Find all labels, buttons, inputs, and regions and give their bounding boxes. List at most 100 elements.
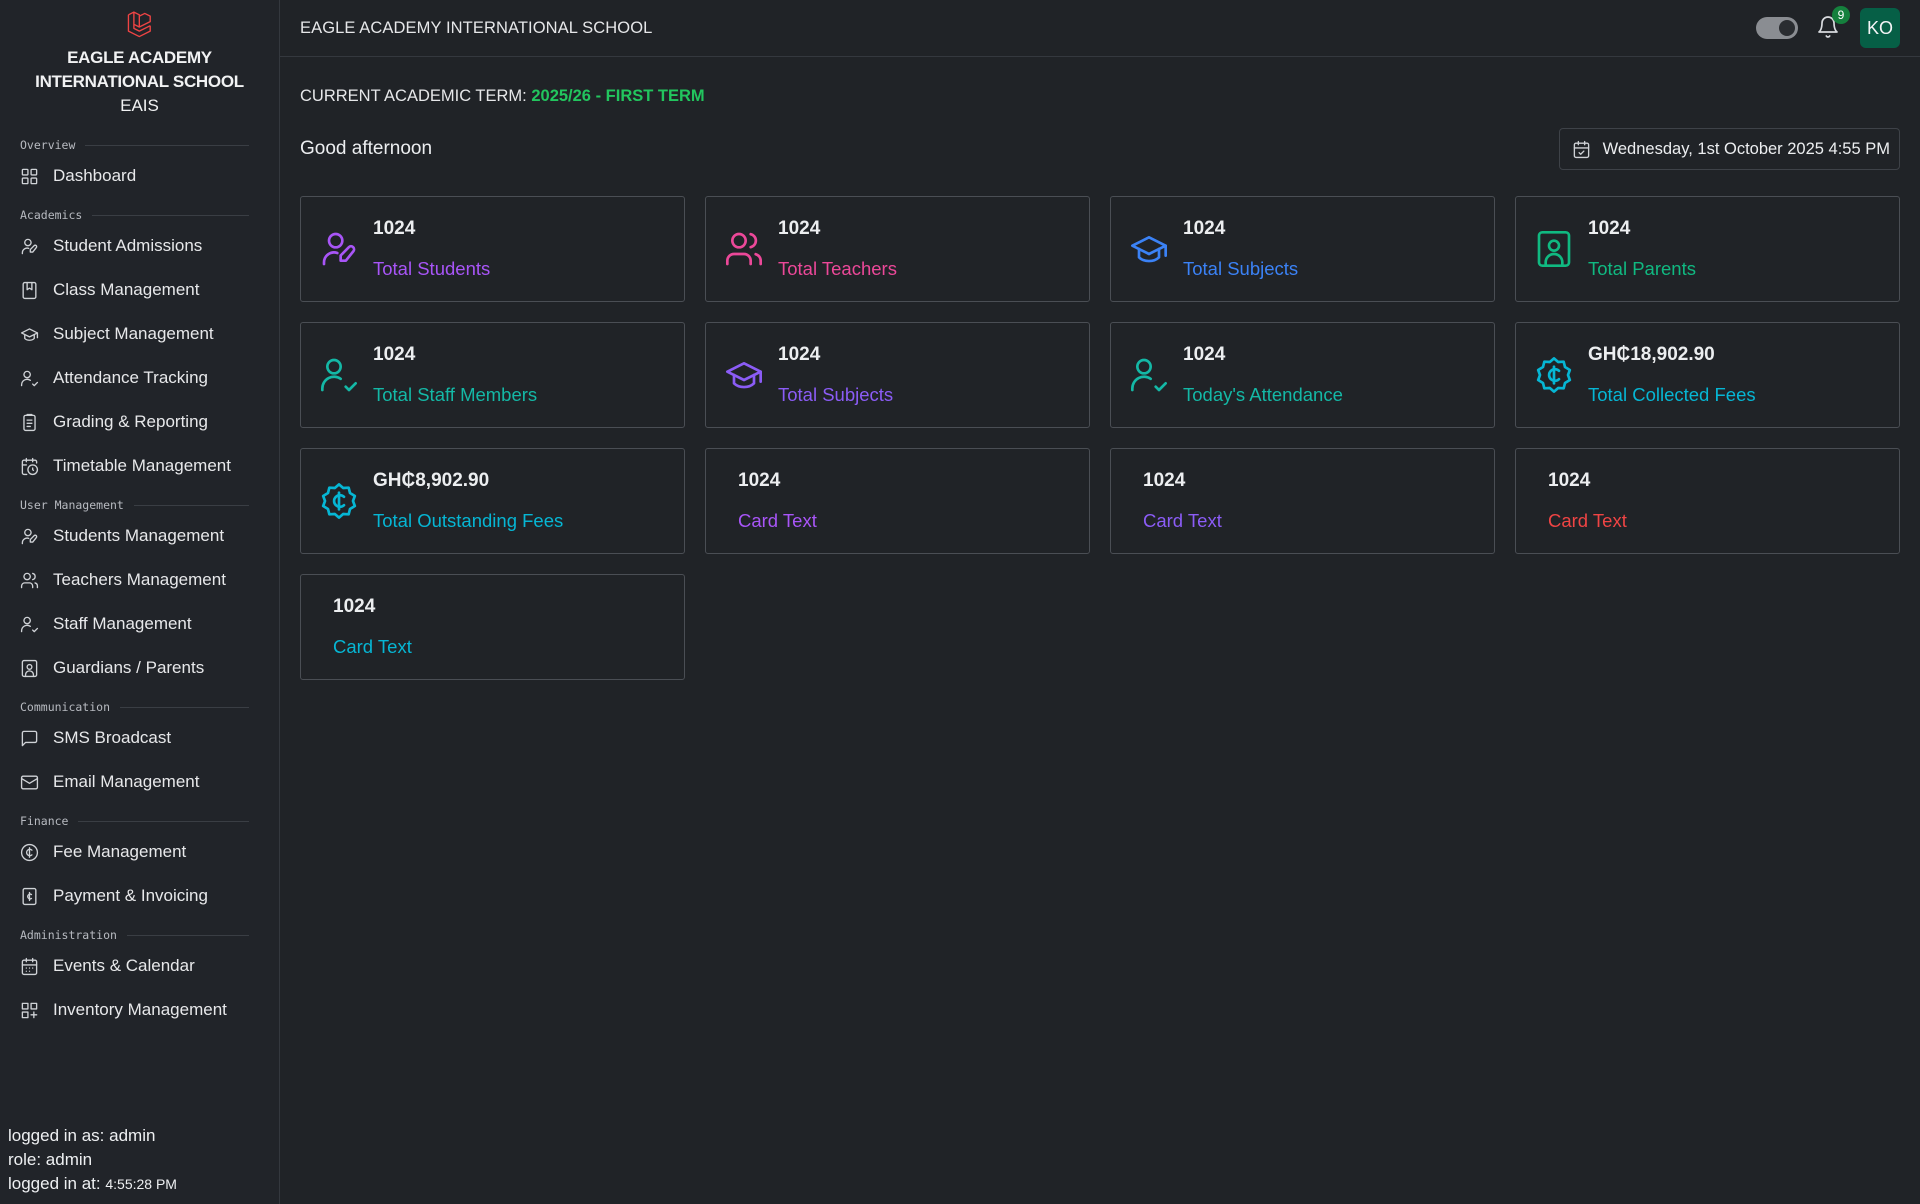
header-title: EAGLE ACADEMY INTERNATIONAL SCHOOL [300,18,653,37]
card-value: GH₵18,902.90 [1588,344,1715,365]
card-label: Total Parents [1588,258,1696,279]
card-body: 1024 Total Students [373,218,490,280]
sidebar-item-fee-management[interactable]: Fee Management [0,830,279,874]
sidebar-item-label: Class Management [53,280,200,299]
sidebar-item-label: Teachers Management [53,570,226,589]
sidebar-item-guardians-parents[interactable]: Guardians / Parents [0,646,279,690]
graduation-cap-icon [724,355,764,395]
users-icon [724,229,764,269]
sidebar-item-inventory-management[interactable]: Inventory Management [0,988,279,1032]
date-text: Wednesday, 1st October 2025 4:55 PM [1602,139,1890,158]
theme-toggle[interactable] [1756,17,1798,39]
notification-badge: 9 [1832,6,1850,24]
total-students-card[interactable]: 1024 Total Students [300,196,685,302]
sidebar-item-label: Email Management [53,772,200,791]
sidebar-item-label: Attendance Tracking [53,368,208,387]
sidebar-item-label: Events & Calendar [53,956,195,975]
sidebar-item-attendance-tracking[interactable]: Attendance Tracking [0,356,279,400]
role: role: admin [8,1150,93,1169]
sidebar-item-class-management[interactable]: Class Management [0,268,279,312]
sidebar-item-label: Payment & Invoicing [53,886,208,905]
sidebar-item-grading-reporting[interactable]: Grading & Reporting [0,400,279,444]
card-body: 1024 Card Text [1143,470,1222,532]
total-subjects-card[interactable]: 1024 Total Subjects [1110,196,1495,302]
sidebar-item-label: Guardians / Parents [53,658,205,677]
card-label: Card Text [738,510,817,531]
graduation-cap-icon [20,325,39,344]
section-divider [120,706,249,708]
logged-in-as: logged in as: admin [8,1126,156,1145]
card-label: Card Text [1548,510,1627,531]
sidebar-item-label: Student Admissions [53,236,203,255]
clipboard-icon [20,413,39,432]
card-body: GH₵8,902.90 Total Outstanding Fees [373,470,563,532]
user-pen-icon [20,527,39,546]
logged-in-at-label: logged in at: [8,1174,106,1193]
term-label: CURRENT ACADEMIC TERM: [300,87,532,105]
sidebar-item-label: Subject Management [53,324,214,343]
sidebar-item-staff-management[interactable]: Staff Management [0,602,279,646]
sidebar-item-dashboard[interactable]: Dashboard [0,154,279,198]
card-label: Total Subjects [1183,258,1299,279]
brand: EAGLE ACADEMY INTERNATIONAL SCHOOL EAIS [0,0,279,118]
sidebar: EAGLE ACADEMY INTERNATIONAL SCHOOL EAIS … [0,0,280,1204]
calendar-clock-icon [20,457,39,476]
card-text-2[interactable]: 1024 Card Text [1110,448,1495,554]
card-body: 1024 Today's Attendance [1183,344,1343,406]
card-value: 1024 [778,344,821,365]
collected-fees-card[interactable]: GH₵18,902.90 Total Collected Fees [1515,322,1900,428]
toggle-knob [1779,20,1795,36]
total-teachers-card[interactable]: 1024 Total Teachers [705,196,1090,302]
card-value: 1024 [1588,218,1631,239]
mail-icon [20,773,39,792]
total-parents-card[interactable]: 1024 Total Parents [1515,196,1900,302]
card-body: 1024 Card Text [333,596,412,658]
card-value: GH₵8,902.90 [373,470,490,491]
section-divider [78,820,249,822]
card-body: 1024 Card Text [738,470,817,532]
sidebar-item-student-admissions[interactable]: Student Admissions [0,224,279,268]
sidebar-item-students-management[interactable]: Students Management [0,514,279,558]
card-label: Total Teachers [778,258,897,279]
card-label: Today's Attendance [1183,384,1343,405]
top-bar: EAGLE ACADEMY INTERNATIONAL SCHOOL 9 KO [280,0,1920,57]
nav-section-academics: Academics Student Admissions Class Managem… [0,206,279,488]
todays-attendance-card[interactable]: 1024 Today's Attendance [1110,322,1495,428]
total-subjects-card-2[interactable]: 1024 Total Subjects [705,322,1090,428]
card-text-4[interactable]: 1024 Card Text [300,574,685,680]
academic-term: CURRENT ACADEMIC TERM: 2025/26 - FIRST T… [300,87,1900,106]
sidebar-item-payment-invoicing[interactable]: Payment & Invoicing [0,874,279,918]
sidebar-item-email-management[interactable]: Email Management [0,760,279,804]
sidebar-item-label: Dashboard [53,166,137,185]
user-pen-icon [20,237,39,256]
outstanding-fees-card[interactable]: GH₵8,902.90 Total Outstanding Fees [300,448,685,554]
sidebar-item-teachers-management[interactable]: Teachers Management [0,558,279,602]
logged-in-at: logged in at: 4:55:28 PM [8,1172,177,1196]
sidebar-item-label: Fee Management [53,842,187,861]
sidebar-item-label: Staff Management [53,614,192,633]
card-label: Total Staff Members [373,384,538,405]
bookmark-icon [20,281,39,300]
section-title: Overview [0,136,279,154]
greeting: Good afternoon [300,138,433,159]
sidebar-item-sms-broadcast[interactable]: SMS Broadcast [0,716,279,760]
card-label: Card Text [333,636,412,657]
card-text-1[interactable]: 1024 Card Text [705,448,1090,554]
section-divider [85,144,249,146]
card-text-3[interactable]: 1024 Card Text [1515,448,1900,554]
sidebar-item-timetable-management[interactable]: Timetable Management [0,444,279,488]
section-title-label: Academics [20,208,83,222]
card-body: 1024 Total Staff Members [373,344,537,406]
user-check-icon [319,355,359,395]
section-title-label: Overview [20,138,76,152]
total-staff-card[interactable]: 1024 Total Staff Members [300,322,685,428]
laravel-logo-icon [127,11,151,38]
notifications-button[interactable]: 9 [1816,6,1850,41]
sidebar-item-events-calendar[interactable]: Events & Calendar [0,944,279,988]
sidebar-item-subject-management[interactable]: Subject Management [0,312,279,356]
avatar[interactable]: KO [1860,8,1900,48]
date-display: Wednesday, 1st October 2025 4:55 PM [1558,128,1900,170]
card-value: 1024 [1143,470,1186,491]
user-check-icon [1129,355,1169,395]
card-label: Total Outstanding Fees [373,510,564,531]
